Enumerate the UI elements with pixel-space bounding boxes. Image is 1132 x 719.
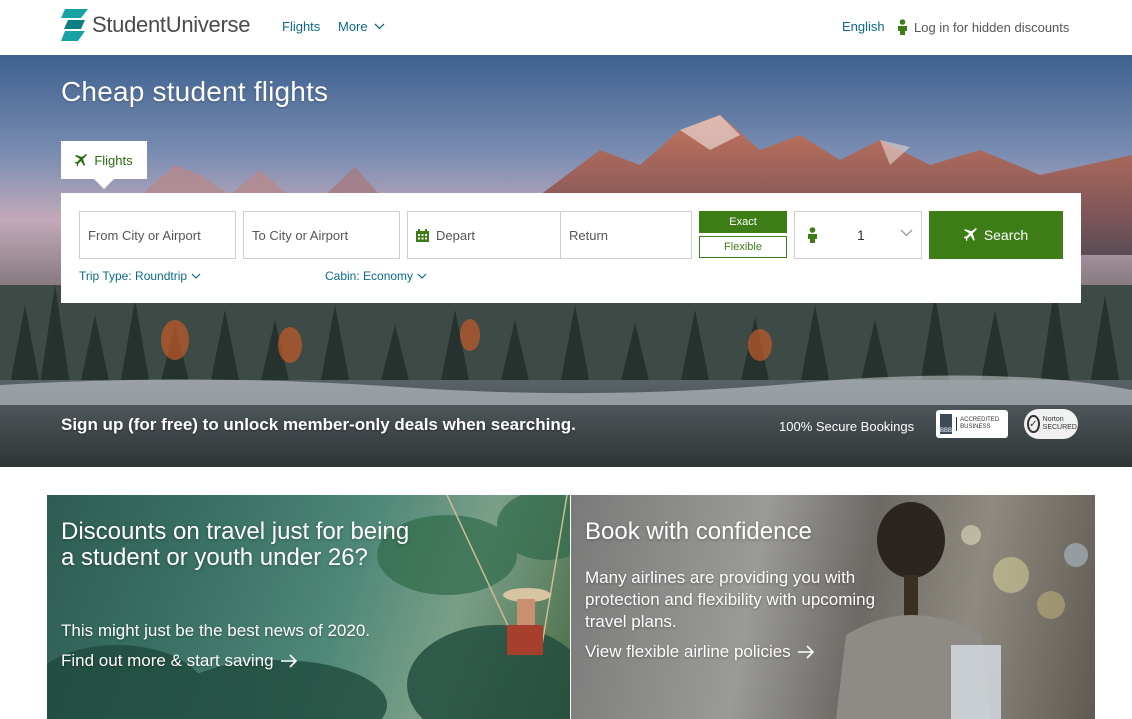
login-link[interactable]: Log in for hidden discounts xyxy=(897,19,1069,35)
from-airport-input[interactable]: From City or Airport xyxy=(79,211,236,259)
nav-more-label: More xyxy=(338,19,368,34)
brand-name: StudentUniverse xyxy=(92,12,251,37)
passenger-count: 1 xyxy=(857,227,865,243)
tab-flights-label: Flights xyxy=(94,152,133,168)
promo-card-book-confidence[interactable]: Book with confidence Many airlines are p… xyxy=(571,495,1095,719)
chevron-down-icon xyxy=(417,273,427,279)
card-title: Book with confidence xyxy=(585,518,812,545)
nav-flights-link[interactable]: Flights xyxy=(282,19,320,34)
user-icon xyxy=(808,227,817,243)
bbb-accredited-badge: BBB ACCREDITED BUSINESS xyxy=(936,410,1008,438)
passenger-selector[interactable]: 1 xyxy=(794,211,922,259)
flight-search-form: From City or Airport To City or Airport … xyxy=(61,193,1081,303)
site-header: StudentUniverse Flights More English Log… xyxy=(0,0,1132,55)
language-selector[interactable]: English xyxy=(842,19,885,34)
to-placeholder: To City or Airport xyxy=(252,227,349,243)
checkmark-icon: ✓ xyxy=(1027,415,1040,433)
card-body: Many airlines are providing you with pro… xyxy=(585,568,876,631)
cabin-class-dropdown[interactable]: Cabin: Economy xyxy=(325,269,427,283)
bbb-logo-icon: BBB xyxy=(940,414,953,434)
card-body: This might just be the best news of 2020… xyxy=(61,621,371,640)
return-placeholder: Return xyxy=(569,227,609,243)
bbb-badge-text: ACCREDITED BUSINESS xyxy=(956,417,1008,431)
find-out-more-link[interactable]: Find out more & start saving xyxy=(61,651,298,671)
promo-card-student-discounts[interactable]: Discounts on travel just for being a stu… xyxy=(47,495,570,719)
tab-pointer xyxy=(94,179,114,189)
chevron-down-icon xyxy=(374,23,385,30)
user-icon xyxy=(898,19,907,35)
depart-placeholder: Depart xyxy=(436,227,476,243)
trip-type-label: Trip Type: Roundtrip xyxy=(79,269,188,283)
arrow-right-icon xyxy=(280,654,297,668)
depart-date-input[interactable]: Depart xyxy=(408,212,561,258)
chevron-down-icon xyxy=(191,273,201,279)
date-range-input: Depart Return xyxy=(407,211,692,259)
from-placeholder: From City or Airport xyxy=(88,227,201,243)
link-label: Find out more & start saving xyxy=(61,651,274,670)
tab-flights[interactable]: Flights xyxy=(61,141,147,179)
calendar-icon xyxy=(416,228,429,242)
card-title: Discounts on travel just for being a stu… xyxy=(61,518,410,571)
link-label: View flexible airline policies xyxy=(585,642,791,661)
to-airport-input[interactable]: To City or Airport xyxy=(243,211,400,259)
flexible-policies-link[interactable]: View flexible airline policies xyxy=(585,642,815,662)
cabin-label: Cabin: Economy xyxy=(325,269,414,283)
search-button-label: Search xyxy=(983,227,1029,243)
hero-banner: Cheap student flights Flights From City … xyxy=(0,55,1132,467)
nav-more-menu[interactable]: More xyxy=(338,19,385,34)
exact-dates-toggle[interactable]: Exact xyxy=(699,211,787,233)
arrow-right-icon xyxy=(797,645,814,659)
search-button[interactable]: Search xyxy=(929,211,1063,259)
login-label: Log in for hidden discounts xyxy=(914,19,1070,35)
logo[interactable]: StudentUniverse xyxy=(61,9,250,41)
norton-badge-text: Norton SECURED xyxy=(1042,416,1077,431)
chevron-down-icon xyxy=(900,229,913,237)
return-date-input[interactable]: Return xyxy=(561,212,608,258)
secure-bookings-text: 100% Secure Bookings xyxy=(779,419,915,434)
hero-title: Cheap student flights xyxy=(61,76,329,107)
trip-type-dropdown[interactable]: Trip Type: Roundtrip xyxy=(79,269,201,283)
norton-secured-badge: ✓ Norton SECURED xyxy=(1024,409,1078,439)
airplane-icon xyxy=(963,228,977,241)
studentuniverse-logo-icon xyxy=(61,9,88,41)
signup-prompt[interactable]: Sign up (for free) to unlock member-only… xyxy=(61,415,576,435)
flexible-dates-toggle[interactable]: Flexible xyxy=(699,236,787,258)
airplane-icon xyxy=(75,153,88,166)
